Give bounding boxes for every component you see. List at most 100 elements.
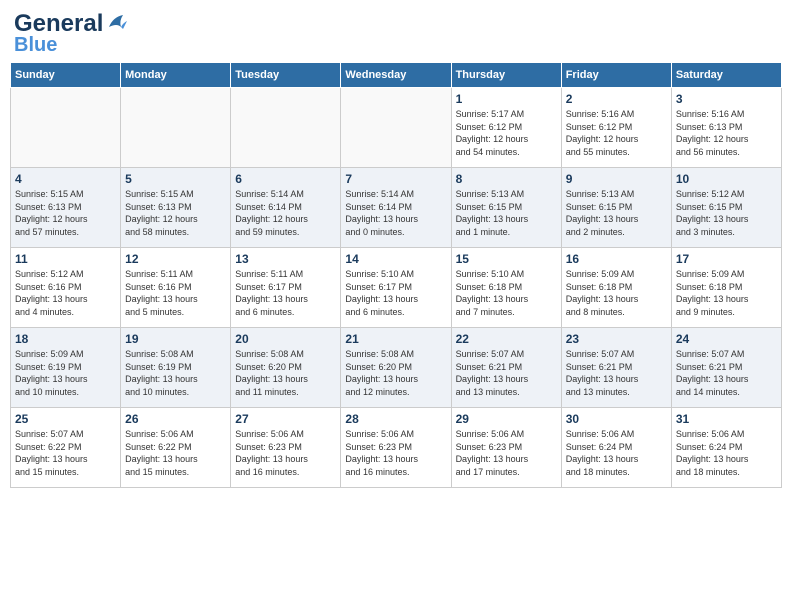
day-number: 7	[345, 172, 446, 186]
day-number: 24	[676, 332, 777, 346]
calendar-day-9: 9 Sunrise: 5:13 AM Sunset: 6:15 PM Daylig…	[561, 168, 671, 248]
logo-blue: Blue	[14, 36, 57, 54]
day-number: 10	[676, 172, 777, 186]
day-number: 6	[235, 172, 336, 186]
day-number: 14	[345, 252, 446, 266]
day-number: 28	[345, 412, 446, 426]
calendar-day-4: 4 Sunrise: 5:15 AM Sunset: 6:13 PM Daylig…	[11, 168, 121, 248]
weekday-header-monday: Monday	[121, 63, 231, 88]
day-info: Sunrise: 5:08 AM Sunset: 6:20 PM Dayligh…	[345, 348, 446, 398]
calendar-day-16: 16 Sunrise: 5:09 AM Sunset: 6:18 PM Dayli…	[561, 248, 671, 328]
calendar-day-17: 17 Sunrise: 5:09 AM Sunset: 6:18 PM Dayli…	[671, 248, 781, 328]
day-number: 30	[566, 412, 667, 426]
calendar-week-row: 1Sunrise: 5:17 AM Sunset: 6:12 PM Daylig…	[11, 88, 782, 168]
day-number: 16	[566, 252, 667, 266]
day-info: Sunrise: 5:09 AM Sunset: 6:18 PM Dayligh…	[676, 268, 777, 318]
day-number: 19	[125, 332, 226, 346]
day-number: 9	[566, 172, 667, 186]
day-number: 27	[235, 412, 336, 426]
day-number: 22	[456, 332, 557, 346]
calendar-day-23: 23Sunrise: 5:07 AM Sunset: 6:21 PM Dayli…	[561, 328, 671, 408]
day-info: Sunrise: 5:15 AM Sunset: 6:13 PM Dayligh…	[125, 188, 226, 238]
day-info: Sunrise: 5:14 AM Sunset: 6:14 PM Dayligh…	[235, 188, 336, 238]
day-number: 31	[676, 412, 777, 426]
weekday-header-thursday: Thursday	[451, 63, 561, 88]
day-number: 1	[456, 92, 557, 106]
calendar-day-11: 11Sunrise: 5:12 AM Sunset: 6:16 PM Dayli…	[11, 248, 121, 328]
day-info: Sunrise: 5:14 AM Sunset: 6:14 PM Dayligh…	[345, 188, 446, 238]
calendar-day-6: 6 Sunrise: 5:14 AM Sunset: 6:14 PM Daylig…	[231, 168, 341, 248]
calendar-day-14: 14 Sunrise: 5:10 AM Sunset: 6:17 PM Dayli…	[341, 248, 451, 328]
day-number: 25	[15, 412, 116, 426]
day-number: 4	[15, 172, 116, 186]
calendar-day-25: 25 Sunrise: 5:07 AM Sunset: 6:22 PM Dayli…	[11, 408, 121, 488]
calendar-week-row: 18 Sunrise: 5:09 AM Sunset: 6:19 PM Dayli…	[11, 328, 782, 408]
calendar-day-21: 21 Sunrise: 5:08 AM Sunset: 6:20 PM Dayli…	[341, 328, 451, 408]
calendar-day-10: 10 Sunrise: 5:12 AM Sunset: 6:15 PM Dayli…	[671, 168, 781, 248]
day-info: Sunrise: 5:12 AM Sunset: 6:16 PM Dayligh…	[15, 268, 116, 318]
calendar-day-24: 24Sunrise: 5:07 AM Sunset: 6:21 PM Dayli…	[671, 328, 781, 408]
day-info: Sunrise: 5:12 AM Sunset: 6:15 PM Dayligh…	[676, 188, 777, 238]
calendar-day-12: 12 Sunrise: 5:11 AM Sunset: 6:16 PM Dayli…	[121, 248, 231, 328]
day-number: 5	[125, 172, 226, 186]
day-number: 20	[235, 332, 336, 346]
day-info: Sunrise: 5:09 AM Sunset: 6:18 PM Dayligh…	[566, 268, 667, 318]
calendar-day-19: 19 Sunrise: 5:08 AM Sunset: 6:19 PM Dayli…	[121, 328, 231, 408]
day-info: Sunrise: 5:13 AM Sunset: 6:15 PM Dayligh…	[566, 188, 667, 238]
calendar-week-row: 4 Sunrise: 5:15 AM Sunset: 6:13 PM Daylig…	[11, 168, 782, 248]
day-info: Sunrise: 5:11 AM Sunset: 6:16 PM Dayligh…	[125, 268, 226, 318]
day-info: Sunrise: 5:11 AM Sunset: 6:17 PM Dayligh…	[235, 268, 336, 318]
weekday-header-tuesday: Tuesday	[231, 63, 341, 88]
calendar-day-15: 15 Sunrise: 5:10 AM Sunset: 6:18 PM Dayli…	[451, 248, 561, 328]
calendar-day-27: 27Sunrise: 5:06 AM Sunset: 6:23 PM Dayli…	[231, 408, 341, 488]
calendar-day-5: 5 Sunrise: 5:15 AM Sunset: 6:13 PM Daylig…	[121, 168, 231, 248]
day-number: 15	[456, 252, 557, 266]
day-info: Sunrise: 5:13 AM Sunset: 6:15 PM Dayligh…	[456, 188, 557, 238]
calendar-day-29: 29 Sunrise: 5:06 AM Sunset: 6:23 PM Dayli…	[451, 408, 561, 488]
calendar-header-row: SundayMondayTuesdayWednesdayThursdayFrid…	[11, 63, 782, 88]
calendar-empty-cell	[11, 88, 121, 168]
day-number: 3	[676, 92, 777, 106]
day-info: Sunrise: 5:10 AM Sunset: 6:17 PM Dayligh…	[345, 268, 446, 318]
day-info: Sunrise: 5:06 AM Sunset: 6:24 PM Dayligh…	[566, 428, 667, 478]
calendar-day-8: 8 Sunrise: 5:13 AM Sunset: 6:15 PM Daylig…	[451, 168, 561, 248]
calendar-day-31: 31Sunrise: 5:06 AM Sunset: 6:24 PM Dayli…	[671, 408, 781, 488]
day-info: Sunrise: 5:07 AM Sunset: 6:22 PM Dayligh…	[15, 428, 116, 478]
day-number: 29	[456, 412, 557, 426]
day-info: Sunrise: 5:16 AM Sunset: 6:12 PM Dayligh…	[566, 108, 667, 158]
calendar-week-row: 11Sunrise: 5:12 AM Sunset: 6:16 PM Dayli…	[11, 248, 782, 328]
day-info: Sunrise: 5:06 AM Sunset: 6:23 PM Dayligh…	[345, 428, 446, 478]
day-number: 26	[125, 412, 226, 426]
day-number: 2	[566, 92, 667, 106]
day-number: 8	[456, 172, 557, 186]
day-number: 18	[15, 332, 116, 346]
day-info: Sunrise: 5:06 AM Sunset: 6:22 PM Dayligh…	[125, 428, 226, 478]
weekday-header-friday: Friday	[561, 63, 671, 88]
day-info: Sunrise: 5:15 AM Sunset: 6:13 PM Dayligh…	[15, 188, 116, 238]
calendar-day-20: 20Sunrise: 5:08 AM Sunset: 6:20 PM Dayli…	[231, 328, 341, 408]
day-number: 17	[676, 252, 777, 266]
day-info: Sunrise: 5:07 AM Sunset: 6:21 PM Dayligh…	[456, 348, 557, 398]
calendar-day-30: 30 Sunrise: 5:06 AM Sunset: 6:24 PM Dayli…	[561, 408, 671, 488]
day-number: 12	[125, 252, 226, 266]
weekday-header-sunday: Sunday	[11, 63, 121, 88]
logo: General Blue	[14, 10, 127, 54]
calendar-empty-cell	[341, 88, 451, 168]
calendar-day-1: 1Sunrise: 5:17 AM Sunset: 6:12 PM Daylig…	[451, 88, 561, 168]
calendar-day-26: 26 Sunrise: 5:06 AM Sunset: 6:22 PM Dayli…	[121, 408, 231, 488]
page-header: General Blue	[10, 10, 782, 54]
day-info: Sunrise: 5:07 AM Sunset: 6:21 PM Dayligh…	[566, 348, 667, 398]
day-number: 13	[235, 252, 336, 266]
day-info: Sunrise: 5:10 AM Sunset: 6:18 PM Dayligh…	[456, 268, 557, 318]
day-number: 21	[345, 332, 446, 346]
day-info: Sunrise: 5:08 AM Sunset: 6:19 PM Dayligh…	[125, 348, 226, 398]
day-info: Sunrise: 5:09 AM Sunset: 6:19 PM Dayligh…	[15, 348, 116, 398]
calendar-day-7: 7 Sunrise: 5:14 AM Sunset: 6:14 PM Daylig…	[341, 168, 451, 248]
weekday-header-wednesday: Wednesday	[341, 63, 451, 88]
calendar-day-2: 2 Sunrise: 5:16 AM Sunset: 6:12 PM Daylig…	[561, 88, 671, 168]
weekday-header-saturday: Saturday	[671, 63, 781, 88]
calendar-week-row: 25 Sunrise: 5:07 AM Sunset: 6:22 PM Dayli…	[11, 408, 782, 488]
day-info: Sunrise: 5:06 AM Sunset: 6:23 PM Dayligh…	[456, 428, 557, 478]
calendar-day-22: 22 Sunrise: 5:07 AM Sunset: 6:21 PM Dayli…	[451, 328, 561, 408]
day-info: Sunrise: 5:16 AM Sunset: 6:13 PM Dayligh…	[676, 108, 777, 158]
